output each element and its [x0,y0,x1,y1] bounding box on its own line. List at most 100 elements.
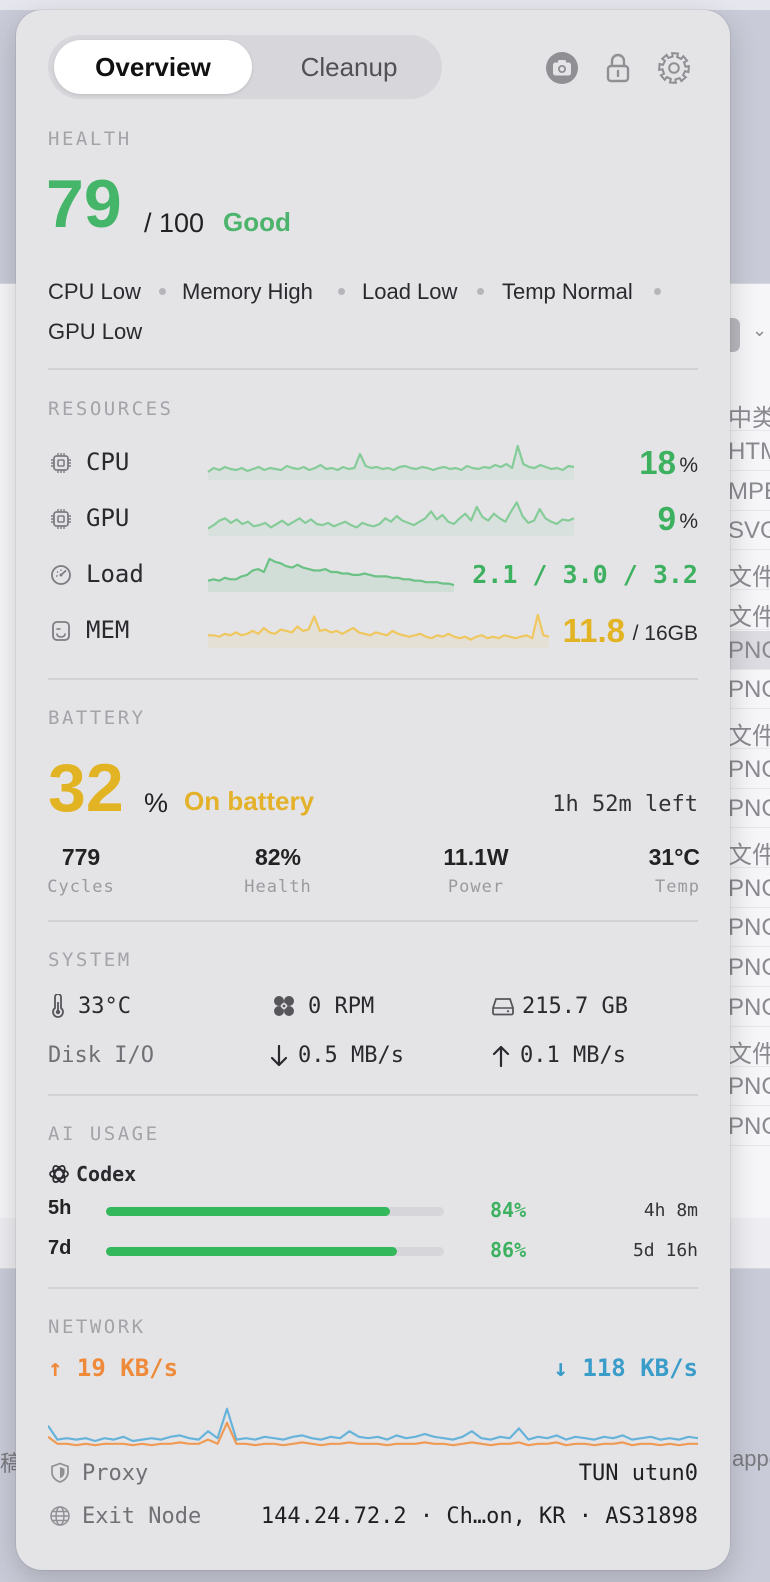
ai-usage-section-label: AI USAGE [48,1123,160,1145]
gpu-chip-icon [51,509,71,529]
upload-speed-value: 19 KB/s [76,1354,179,1382]
memory-label: MEM [86,616,130,644]
load-label: Load [86,560,144,588]
resources-section-label: RESOURCES [48,398,174,420]
ai-window-period: 7d [48,1237,72,1259]
background-column-header[interactable]: 中类 [728,392,770,432]
tab-overview[interactable]: Overview [54,40,252,94]
system-monitor-popover: Overview Cleanup HEALTH 79 / 100 Good CP… [16,10,730,1570]
gear-icon[interactable] [656,50,692,86]
camera-icon[interactable] [544,50,580,86]
background-file-type: 文件 [728,1040,770,1068]
battery-percent-unit: % [144,788,169,818]
ai-window-period: 5h [48,1197,72,1219]
health-section-label: HEALTH [48,128,132,150]
battery-section-label: BATTERY [48,707,146,729]
background-file-row[interactable]: PNG [728,948,770,988]
background-file-type: SVG [728,517,770,545]
background-strip-right: appo [732,1446,770,1471]
background-file-row[interactable]: PNG [728,750,770,789]
ai-usage-percent: 84% [490,1198,527,1222]
network-section-label: NETWORK [48,1316,146,1338]
background-file-row[interactable]: PNG [728,988,770,1027]
health-score: 79 [46,166,122,242]
health-chip-memory: Memory High [182,279,313,304]
arrow-up-icon [492,1045,510,1068]
ai-usage-bar-track [106,1247,444,1256]
network-upload-speed: ↑ 19 KB/s [48,1354,179,1382]
health-score-max: / 100 [144,208,205,238]
background-file-row[interactable]: 文件 [728,591,770,631]
lock-icon[interactable] [600,50,636,86]
ai-provider-name: Codex [76,1162,137,1186]
chip-separator [654,288,661,295]
health-chip-temp: Temp Normal [502,279,633,304]
gear-hub [668,62,680,74]
shield-icon [51,1462,69,1483]
battery-temp-value: 31°C [648,844,700,870]
background-file-type: PNG [728,954,770,982]
battery-status: On battery [184,786,315,816]
memory-icon [52,621,70,641]
background-file-row[interactable]: 文件 [728,1028,770,1068]
disk-write-speed: 0.1 MB/s [520,1043,626,1068]
cpu-value: 18 [639,444,676,481]
background-file-row[interactable]: MPE [728,472,770,511]
load-average-value: 2.1 / 3.0 / 3.2 [472,560,698,589]
background-file-row[interactable]: 文件 [728,829,770,869]
background-file-row[interactable]: PNG [728,630,770,670]
background-file-type-column: 中类 HTMMPESVG文件文件PNGPNG文件PNGPNG文件PNGPNGPN… [728,284,770,1268]
system-temperature: 33°C [78,994,131,1019]
gpu-value: 9 [657,500,676,537]
health-chip-gpu: GPU Low [48,319,143,344]
background-file-type: PNG [728,636,770,664]
ai-usage-percent: 86% [490,1238,527,1262]
background-file-row[interactable]: 文件 [728,710,770,750]
ai-usage-bar-fill [106,1247,397,1256]
background-file-row[interactable]: 文件 [728,551,770,592]
battery-power-value: 11.1W [443,844,509,870]
background-file-row[interactable]: PNG [728,1067,770,1107]
background-file-row[interactable]: PNG [728,670,770,710]
background-file-type: PNG [728,1073,770,1101]
arrow-down-icon [270,1044,288,1067]
ai-usage-reset-time: 4h 8m [643,1200,698,1221]
disk-read-speed: 0.5 MB/s [298,1043,404,1068]
gear-outline [658,52,690,84]
disk-io-label: Disk I/O [48,1043,154,1068]
background-file-type: MPE [728,477,770,505]
cpu-chip-icon [51,453,71,473]
background-file-type: 文件 [728,564,770,592]
background-file-type: PNG [728,993,770,1021]
background-file-row[interactable]: HTM [728,432,770,471]
disk-drive-icon [492,998,514,1016]
background-file-type: 文件 [728,842,770,869]
section-divider [48,1287,698,1289]
background-file-row[interactable]: PNG [728,789,770,829]
proxy-label: Proxy [82,1461,149,1486]
memory-usage-sparkline [208,613,550,648]
section-divider [48,368,698,370]
section-divider [48,678,698,680]
health-chip-cpu: CPU Low [48,279,141,304]
tab-cleanup[interactable]: Cleanup [262,40,436,94]
section-divider [48,1094,698,1096]
thermometer-icon [52,994,64,1018]
section-divider [48,920,698,922]
background-file-row[interactable]: PNG [728,1107,770,1146]
background-file-row[interactable]: SVG [728,511,770,551]
chip-separator [477,288,484,295]
memory-value: 11.8 [562,612,625,649]
background-file-type: PNG [728,755,770,783]
background-file-row[interactable]: PNG [728,908,770,948]
background-window-top [0,0,770,10]
download-traffic-line [48,1407,698,1443]
background-file-type: PNG [728,914,770,942]
gpu-usage-sparkline [207,501,575,536]
cpu-unit: % [679,454,698,477]
background-file-type: PNG [728,795,770,823]
fan-icon [274,996,294,1016]
openai-logo-icon [49,1165,69,1183]
gpu-unit: % [679,510,698,533]
background-file-row[interactable]: PNG [728,869,770,908]
